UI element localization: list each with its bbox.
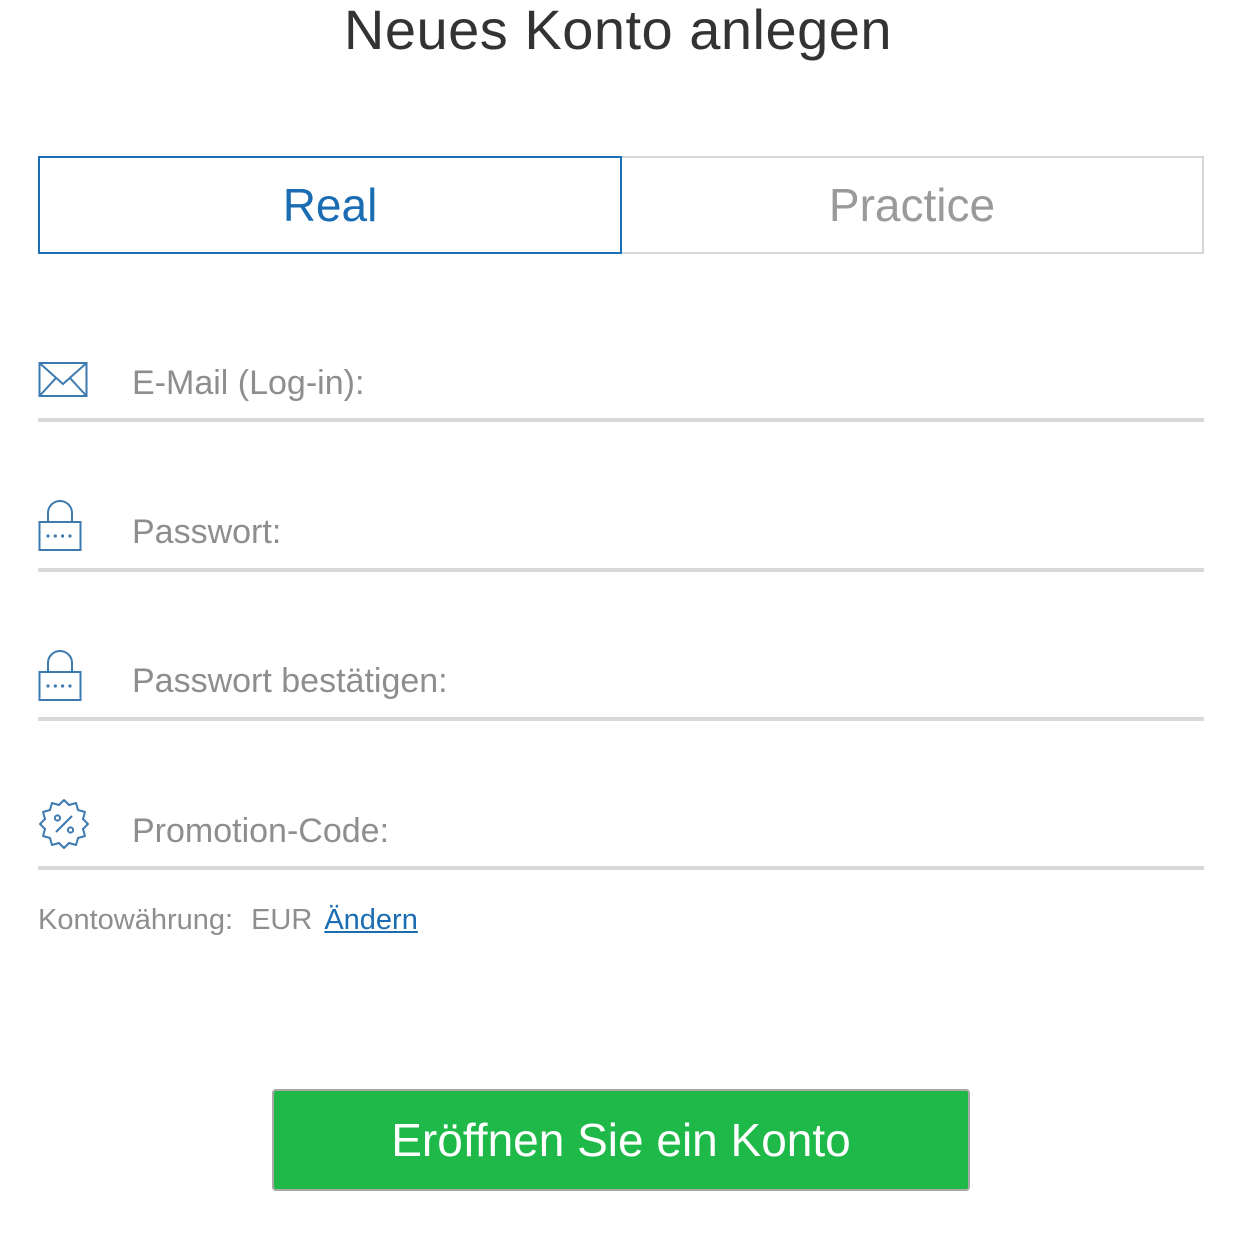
email-underline [38, 418, 1204, 422]
promo-code-input[interactable] [132, 806, 1204, 856]
password-input[interactable] [132, 507, 1204, 557]
password-field-row [38, 462, 1204, 572]
currency-code: EUR [251, 904, 313, 936]
tab-practice[interactable]: Practice [622, 156, 1204, 254]
promo-underline [38, 866, 1204, 870]
lock-icon [38, 650, 82, 701]
lock-icon [38, 500, 82, 551]
password-underline [38, 568, 1204, 572]
open-account-button[interactable]: Eröffnen Sie ein Konto [272, 1089, 970, 1191]
promo-field-row [38, 760, 1204, 870]
account-type-tabs: Real Practice [38, 156, 1204, 254]
tab-real[interactable]: Real [38, 156, 622, 254]
email-input[interactable] [132, 358, 1204, 408]
password-confirm-input[interactable] [132, 656, 1204, 706]
change-currency-link[interactable]: Ändern [324, 904, 418, 937]
password-confirm-field-row [38, 611, 1204, 721]
currency-row: Kontowährung: EUR Ändern [38, 904, 418, 937]
email-field-row [38, 312, 1204, 422]
password-confirm-underline [38, 717, 1204, 721]
discount-badge-icon [39, 799, 89, 849]
currency-label: Kontowährung: [38, 904, 234, 936]
envelope-icon [38, 362, 88, 397]
page-title: Neues Konto anlegen [343, 0, 893, 61]
